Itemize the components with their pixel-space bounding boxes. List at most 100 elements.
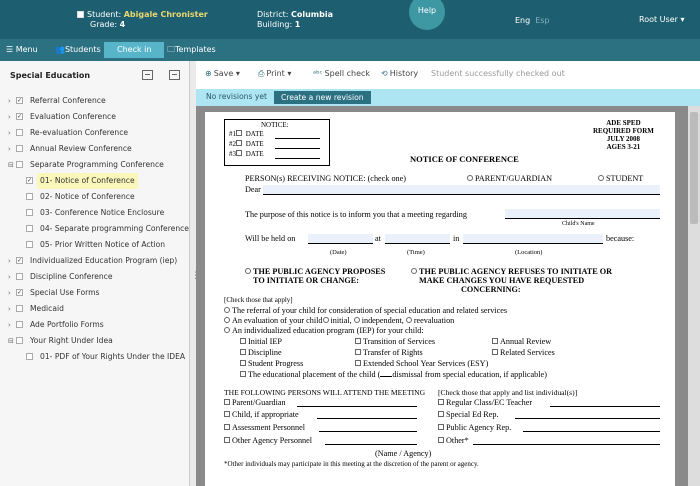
regular-line[interactable] [550,406,660,407]
other-line[interactable] [473,444,660,445]
evaluation-radio[interactable] [224,317,230,323]
chevron-right-icon[interactable]: › [8,125,16,141]
related-option[interactable]: Related Services [492,348,555,357]
user-menu[interactable]: Root User ▾ [639,15,684,24]
tree-item-referral[interactable]: › ✓ Referral Conference [0,93,190,109]
placement-blank[interactable] [380,376,393,377]
item-checkbox[interactable] [26,353,33,360]
parent-radio[interactable] [467,175,473,181]
item-checkbox[interactable] [16,337,23,344]
regular-checkbox[interactable] [438,399,444,405]
initial-radio[interactable] [322,317,329,323]
other-agency-line[interactable] [325,444,417,445]
annual-review-checkbox[interactable] [492,338,498,344]
collapse-icon[interactable]: ⊟ [8,157,16,173]
item-checkbox[interactable] [26,193,33,200]
tree-item-rights-pdf[interactable]: 01- PDF of Your Rights Under the IDEA [0,349,190,365]
lang-spanish[interactable]: Esp [535,16,549,25]
student-name[interactable]: Abigale Chronister [124,10,208,19]
discipline-checkbox[interactable] [240,349,246,355]
attendee-parent[interactable]: Parent/Guardian [224,398,286,407]
collapse-icon[interactable]: ⊟ [8,333,16,349]
attendee-sped[interactable]: Special Ed Rep. [438,410,499,419]
chevron-right-icon[interactable]: › [8,317,16,333]
tree-item-iep[interactable]: › ✓ Individualized Education Program (iep) [0,253,190,269]
item-checkbox[interactable]: ✓ [26,177,33,184]
tree-item-special-use[interactable]: › ✓ Special Use Forms [0,285,190,301]
refuses-radio[interactable] [411,268,417,274]
tree-item-medicaid[interactable]: › Medicaid [0,301,190,317]
document-scrollbar[interactable] [688,106,700,486]
dear-field[interactable] [263,185,660,194]
tree-item-separate-dec[interactable]: 04- Separate programming Conference Dec [0,221,190,237]
location-field[interactable] [463,234,603,243]
parent-line[interactable] [297,406,417,407]
create-revision-button[interactable]: Create a new revision [274,91,371,104]
initial-iep-checkbox[interactable] [240,338,246,344]
student-checkbox[interactable] [77,11,84,18]
date-field[interactable] [308,234,373,243]
other-checkbox[interactable] [438,437,444,443]
collapse-all-icon[interactable] [142,70,153,80]
annual-review-option[interactable]: Annual Review [492,337,551,346]
notice-checkbox[interactable] [236,130,242,136]
notice-checkbox[interactable] [236,140,242,146]
assess-checkbox[interactable] [224,424,230,430]
assess-line[interactable] [319,431,417,432]
attendee-child[interactable]: Child, if appropriate [224,410,299,419]
students-button[interactable]: 👥Students [55,39,101,61]
item-checkbox[interactable]: ✓ [16,97,23,104]
public-line[interactable] [523,431,660,432]
tree-item-enclosure[interactable]: 03- Conference Notice Enclosure [0,205,190,221]
student-radio[interactable] [598,175,604,181]
help-button[interactable]: Help [409,0,445,30]
child-checkbox[interactable] [224,411,230,417]
other-agency-checkbox[interactable] [224,437,230,443]
attendee-regular[interactable]: Regular Class/EC Teacher [438,398,532,407]
chevron-right-icon[interactable]: › [8,285,16,301]
tree-item-reevaluation[interactable]: › Re-evaluation Conference [0,125,190,141]
chevron-right-icon[interactable]: › [8,301,16,317]
print-button[interactable]: ⎙ Print ▾ [258,69,291,79]
item-checkbox[interactable] [26,225,33,232]
save-button[interactable]: ⊕ Save ▾ [205,69,240,78]
agency-refuses-option[interactable]: THE PUBLIC AGENCY REFUSES TO INITIATE OR… [411,267,612,294]
child-name-field[interactable] [505,209,660,218]
chevron-right-icon[interactable]: › [8,269,16,285]
spell-check-button[interactable]: ᵃᵇᶜ Spell check [313,69,370,78]
sped-line[interactable] [515,418,660,419]
time-field[interactable] [385,234,450,243]
tree-item-evaluation[interactable]: › ✓ Evaluation Conference [0,109,190,125]
chevron-right-icon[interactable]: › [8,253,16,269]
item-checkbox[interactable] [26,241,33,248]
tree-item-notice-02[interactable]: 02- Notice of Conference [0,189,190,205]
lang-english[interactable]: Eng [515,16,530,25]
item-checkbox[interactable] [16,161,23,168]
date-line[interactable] [275,158,320,159]
tree-item-portfolio[interactable]: › Ade Portfolio Forms [0,317,190,333]
item-checkbox[interactable]: ✓ [16,257,23,264]
parent-checkbox[interactable] [224,399,230,405]
esy-option[interactable]: Extended School Year Services (ESY) [355,359,488,368]
reevaluation-radio[interactable] [405,317,412,323]
progress-option[interactable]: Student Progress [240,359,303,368]
sped-checkbox[interactable] [438,411,444,417]
templates-button[interactable]: 🗀Templates [167,39,216,61]
item-checkbox[interactable] [16,145,23,152]
item-checkbox[interactable] [16,321,23,328]
item-checkbox[interactable] [16,129,23,136]
student-option[interactable]: STUDENT [598,174,643,183]
referral-option[interactable]: The referral of your child for considera… [224,306,507,315]
tree-item-prior-notice[interactable]: 05- Prior Written Notice of Action [0,237,190,253]
scroll-thumb[interactable] [690,112,698,224]
related-checkbox[interactable] [492,349,498,355]
independent-radio[interactable] [353,317,360,323]
date-line[interactable] [275,138,320,139]
menu-button[interactable]: ☰ Menu [6,39,38,61]
transfer-checkbox[interactable] [355,349,361,355]
date-line[interactable] [275,148,320,149]
agency-proposes-option[interactable]: THE PUBLIC AGENCY PROPOSES TO INITIATE OR… [245,267,385,285]
referral-radio[interactable] [224,307,230,313]
transfer-option[interactable]: Transfer of Rights [355,348,423,357]
parent-option[interactable]: PARENT/GUARDIAN [467,174,552,183]
